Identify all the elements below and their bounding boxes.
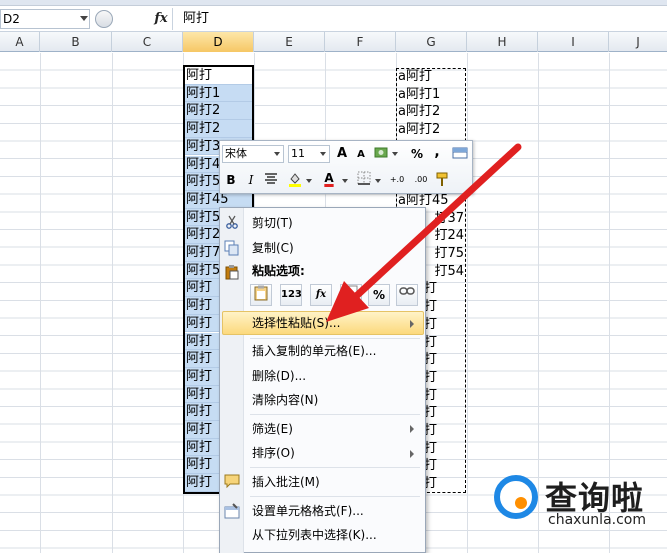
paste-formatting-button[interactable]: %	[368, 284, 390, 306]
context-menu-icon-gutter	[220, 208, 244, 553]
font-color-button[interactable]: A	[320, 169, 338, 187]
submenu-arrow-icon	[410, 425, 414, 433]
watermark-logo-icon	[494, 475, 538, 519]
column-header-e[interactable]: E	[254, 32, 325, 52]
percent-style-button[interactable]: %	[408, 145, 426, 163]
menu-item-paste-special[interactable]: 选择性粘贴(S)...	[252, 313, 340, 333]
formula-bar-divider	[172, 8, 173, 30]
gridline	[112, 53, 113, 553]
paste-link-icon[interactable]	[396, 284, 418, 306]
formula-bar-resize-handle[interactable]	[95, 10, 113, 28]
grow-font-button[interactable]: A	[333, 145, 351, 163]
column-header-g[interactable]: G	[396, 32, 467, 52]
paste-formulas-button[interactable]: fx	[310, 284, 332, 306]
format-painter-icon[interactable]	[433, 171, 451, 189]
menu-separator	[250, 414, 420, 415]
paste-values-button[interactable]: 123	[280, 284, 302, 306]
menu-item-filter[interactable]: 筛选(E)	[252, 419, 293, 439]
menu-item-insert-comment[interactable]: 插入批注(M)	[252, 472, 320, 492]
name-box-dropdown-icon[interactable]	[80, 16, 88, 21]
menu-separator	[250, 467, 420, 468]
scissors-icon	[224, 215, 240, 231]
borders-icon[interactable]	[355, 171, 373, 189]
menu-separator	[250, 338, 420, 339]
chevron-down-icon[interactable]	[320, 152, 326, 156]
fill-color-icon[interactable]	[286, 171, 304, 189]
column-header-row: A B C D E F G H I J	[0, 32, 667, 52]
chevron-down-icon[interactable]	[274, 152, 280, 156]
chevron-down-icon[interactable]	[375, 179, 381, 183]
menu-item-copy[interactable]: 复制(C)	[252, 238, 294, 258]
submenu-arrow-icon	[410, 450, 414, 458]
comment-icon	[224, 474, 240, 490]
increase-decimal-button[interactable]: +.0	[386, 171, 408, 189]
formula-input[interactable]: 阿打	[183, 9, 209, 29]
chevron-down-icon[interactable]	[306, 179, 312, 183]
column-header-j[interactable]: J	[609, 32, 667, 52]
menu-item-pick-from-list[interactable]: 从下拉列表中选择(K)...	[252, 525, 377, 545]
column-header-f[interactable]: F	[325, 32, 396, 52]
menu-separator	[250, 496, 420, 497]
column-header-i[interactable]: I	[538, 32, 609, 52]
column-header-c[interactable]: C	[112, 32, 183, 52]
menu-item-insert-copied-cells[interactable]: 插入复制的单元格(E)...	[252, 341, 376, 361]
gridline	[538, 53, 539, 553]
bold-button[interactable]: B	[222, 171, 240, 189]
mini-toolbar: 宋体 11 A A % , B I A +.0 .00	[219, 140, 473, 194]
column-header-h[interactable]: H	[467, 32, 538, 52]
format-table-icon[interactable]	[451, 145, 469, 163]
menu-item-sort[interactable]: 排序(O)	[252, 443, 295, 463]
gridline	[40, 53, 41, 553]
chevron-down-icon[interactable]	[342, 179, 348, 183]
column-header-b[interactable]: B	[40, 32, 112, 52]
paste-options-heading: 粘贴选项:	[252, 264, 305, 278]
decrease-decimal-button[interactable]: .00	[410, 171, 432, 189]
column-header-d[interactable]: D	[183, 32, 254, 52]
copy-icon	[224, 240, 240, 256]
watermark-logo-dot	[515, 497, 527, 509]
paste-no-border-icon[interactable]	[340, 284, 362, 306]
name-box[interactable]: D2	[0, 9, 90, 29]
accounting-format-icon[interactable]	[373, 145, 391, 163]
menu-item-clear-contents[interactable]: 清除内容(N)	[252, 390, 318, 410]
paste-icon	[224, 264, 240, 280]
paste-default-icon[interactable]	[250, 284, 272, 306]
menu-item-delete[interactable]: 删除(D)...	[252, 366, 306, 386]
menu-item-cut[interactable]: 剪切(T)	[252, 213, 293, 233]
format-cells-icon	[224, 503, 240, 519]
italic-button[interactable]: I	[242, 171, 260, 189]
center-align-icon[interactable]	[262, 171, 280, 189]
chevron-down-icon[interactable]	[392, 152, 398, 156]
submenu-arrow-icon	[410, 320, 414, 328]
shrink-font-button[interactable]: A	[352, 146, 370, 164]
comma-style-button[interactable]: ,	[428, 143, 446, 161]
watermark-url: chaxunla.com	[548, 512, 646, 528]
insert-function-button[interactable]: fx	[150, 9, 172, 29]
column-header-a[interactable]: A	[0, 32, 40, 52]
menu-item-format-cells[interactable]: 设置单元格格式(F)...	[252, 501, 364, 521]
